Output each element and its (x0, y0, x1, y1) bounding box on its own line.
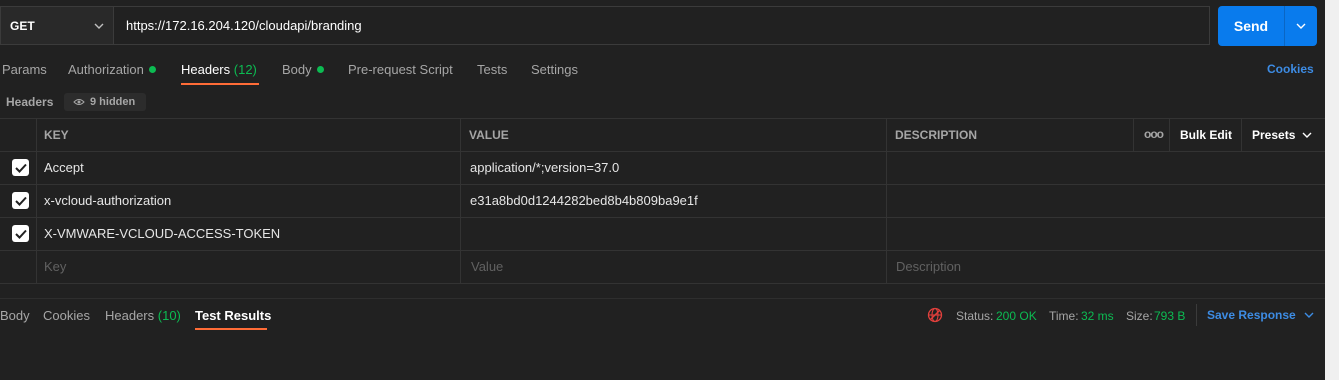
table-divider (0, 250, 1325, 251)
table-divider (0, 184, 1325, 185)
check-icon (14, 229, 27, 239)
chevron-down-icon (1296, 23, 1306, 29)
response-tab-headers-label: Headers (105, 308, 155, 323)
tab-prerequest-script[interactable]: Pre-request Script (348, 62, 453, 77)
new-description-input[interactable]: Description (896, 259, 961, 274)
column-header-value: VALUE (469, 128, 509, 142)
header-key-cell[interactable]: X-VMWARE-VCLOUD-ACCESS-TOKEN (44, 226, 280, 241)
tab-settings[interactable]: Settings (531, 62, 578, 77)
response-tab-cookies[interactable]: Cookies (43, 308, 90, 323)
header-value-cell[interactable]: e31a8bd0d1244282bed8b4b809ba9e1f (470, 193, 698, 208)
chevron-down-icon (1302, 132, 1312, 138)
status-dot-icon (148, 66, 156, 73)
header-value-cell[interactable]: application/*;version=37.0 (470, 160, 619, 175)
column-divider (1169, 118, 1170, 151)
tab-headers-label: Headers (181, 62, 231, 77)
time-label: Time: (1049, 309, 1079, 323)
time-value[interactable]: 32 ms (1081, 309, 1114, 323)
url-input[interactable]: https://172.16.204.120/cloudapi/branding (113, 6, 1210, 45)
status-value[interactable]: 200 OK (996, 309, 1037, 323)
response-tab-body[interactable]: Body (0, 308, 30, 323)
status-dot-icon (316, 66, 324, 73)
more-options-icon[interactable]: ooo (1144, 127, 1164, 141)
tab-body[interactable]: Body (282, 62, 324, 77)
response-tab-test-results[interactable]: Test Results (195, 308, 271, 323)
active-tab-indicator (181, 83, 259, 85)
method-select[interactable]: GET (0, 6, 113, 45)
table-divider (0, 283, 1325, 284)
hidden-headers-toggle[interactable]: 9 hidden (64, 93, 146, 111)
headers-section-title: Headers (6, 95, 54, 109)
tab-authorization-label: Authorization (68, 62, 144, 77)
window-edge (1325, 0, 1339, 380)
table-divider (0, 217, 1325, 218)
check-icon (14, 196, 27, 206)
tab-headers-count: (12) (233, 62, 257, 77)
active-tab-indicator (195, 328, 267, 330)
response-tab-headers-count: (10) (157, 308, 181, 323)
globe-error-icon[interactable] (927, 307, 943, 326)
size-value-text: 793 B (1154, 309, 1186, 323)
tab-body-label: Body (282, 62, 312, 77)
url-text: https://172.16.204.120/cloudapi/branding (126, 18, 362, 33)
cookies-link[interactable]: Cookies (1267, 62, 1314, 76)
new-value-input[interactable]: Value (471, 259, 503, 274)
presets-label: Presets (1252, 128, 1296, 142)
send-button-group: Send (1218, 6, 1317, 46)
column-divider (1133, 118, 1134, 151)
table-divider (0, 151, 1325, 152)
send-button[interactable]: Send (1218, 6, 1285, 46)
header-key-cell[interactable]: Accept (44, 160, 84, 175)
status-value-text: 200 OK (996, 309, 1037, 323)
status-separator (1196, 304, 1197, 326)
hidden-headers-label: 9 hidden (90, 96, 136, 108)
size-label: Size: (1126, 309, 1153, 323)
row-checkbox[interactable] (12, 192, 29, 209)
header-key-cell[interactable]: x-vcloud-authorization (44, 193, 171, 208)
presets-dropdown[interactable]: Presets (1252, 128, 1312, 142)
send-options-button[interactable] (1285, 6, 1317, 46)
response-divider (0, 298, 1325, 299)
bulk-edit-button[interactable]: Bulk Edit (1180, 128, 1232, 142)
save-response-button[interactable]: Save Response (1207, 308, 1314, 322)
row-checkbox[interactable] (12, 225, 29, 242)
column-header-key: KEY (44, 128, 69, 142)
column-divider (886, 118, 887, 284)
column-divider (460, 118, 461, 284)
size-value[interactable]: 793 B (1154, 309, 1185, 323)
status-label: Status: (956, 309, 994, 323)
check-icon (14, 163, 27, 173)
column-header-description: DESCRIPTION (895, 128, 978, 142)
chevron-down-icon (1304, 312, 1314, 318)
response-tab-headers[interactable]: Headers (10) (105, 308, 181, 323)
method-label: GET (10, 18, 35, 33)
row-checkbox[interactable] (12, 159, 29, 176)
time-value-text: 32 ms (1081, 309, 1114, 323)
tab-authorization[interactable]: Authorization (68, 62, 156, 77)
tab-params[interactable]: Params (2, 62, 47, 77)
tab-headers[interactable]: Headers (12) (181, 62, 257, 77)
save-response-label: Save Response (1207, 308, 1296, 322)
tab-tests[interactable]: Tests (477, 62, 507, 77)
column-divider (1241, 118, 1242, 151)
eye-icon (73, 99, 85, 105)
new-key-input[interactable]: Key (44, 259, 66, 274)
chevron-down-icon (94, 20, 104, 34)
column-divider (36, 118, 37, 284)
